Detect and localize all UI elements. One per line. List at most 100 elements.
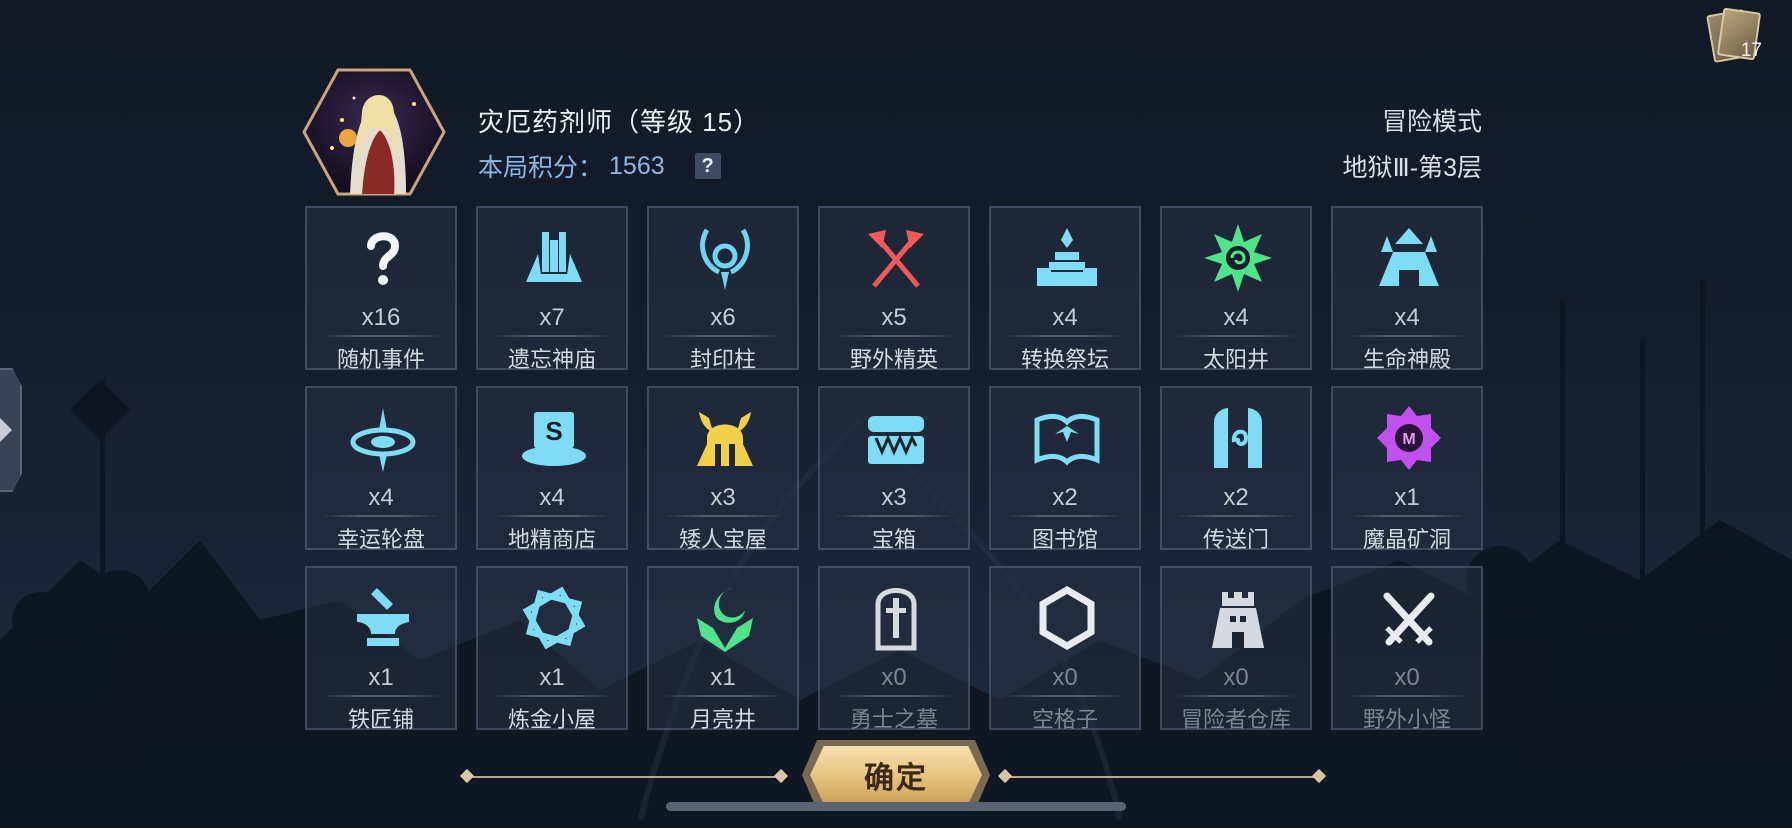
tile-label: 野外精英 (849, 347, 938, 372)
seal-pillar-icon (700, 228, 750, 290)
home-indicator[interactable] (666, 802, 1126, 811)
score-help-button[interactable]: ? (694, 153, 721, 179)
treasure-chest-icon (868, 416, 924, 464)
tile-treasure-chest[interactable]: x3 宝箱 (818, 386, 970, 552)
decorative-line-right (1004, 776, 1320, 778)
tile-field-elite[interactable]: x5 野外精英 (818, 206, 970, 372)
tile-label: 传送门 (1202, 527, 1269, 552)
confirm-area: 确定 (459, 740, 1327, 810)
tile-blacksmith[interactable]: x1 铁匠铺 (305, 566, 457, 732)
confirm-button-label: 确定 (864, 762, 928, 795)
tile-forgotten-temple[interactable]: x7 遗忘神庙 (476, 206, 628, 372)
tile-library[interactable]: x2 图书馆 (989, 386, 1141, 552)
tile-label: 幸运轮盘 (336, 527, 425, 552)
book-icon (1034, 413, 1100, 466)
hero-portrait[interactable] (302, 68, 446, 196)
sun-well-icon (1204, 224, 1272, 292)
divider (1347, 695, 1467, 697)
tile-life-temple[interactable]: x4 生命神殿 (1331, 206, 1483, 372)
chevron-right-icon (0, 418, 12, 442)
tile-count: x2 (1052, 484, 1078, 511)
tile-empty-cell[interactable]: x0 空格子 (989, 566, 1141, 732)
tile-count: x0 (1052, 664, 1078, 691)
divider (834, 695, 954, 697)
divider (1176, 335, 1296, 337)
crystal-mine-icon: M (1377, 406, 1441, 470)
tile-label: 封印柱 (689, 347, 756, 372)
decorative-diamond (773, 768, 789, 784)
tile-alchemy-hut[interactable]: x1 炼金小屋 (476, 566, 628, 732)
tile-label: 空格子 (1031, 707, 1098, 732)
tile-moon-well[interactable]: x1 月亮井 (647, 566, 799, 732)
tile-count: x0 (1394, 664, 1420, 691)
tile-count: x3 (881, 484, 907, 511)
divider (1347, 335, 1467, 337)
card-deck-button[interactable]: 17 (1706, 6, 1762, 63)
tile-label: 地精商店 (507, 527, 596, 552)
goblin-shop-icon: S (522, 412, 586, 466)
tile-crystal-mine[interactable]: M x1 魔晶矿洞 (1331, 386, 1483, 552)
divider (1176, 695, 1296, 697)
tile-goblin-shop[interactable]: S x4 地精商店 (476, 386, 628, 552)
tile-label: 宝箱 (871, 527, 916, 552)
tile-count: x1 (539, 664, 565, 691)
portal-icon (1214, 408, 1262, 468)
tile-count: x4 (368, 484, 394, 511)
tile-count: x4 (1052, 304, 1078, 331)
divider (1347, 515, 1467, 517)
decorative-diamond (997, 768, 1013, 784)
divider (1005, 335, 1125, 337)
score-row: 本局积分： 1563 ? (478, 148, 721, 184)
warehouse-icon (1212, 592, 1264, 648)
svg-text:M: M (1402, 431, 1415, 448)
divider (663, 335, 783, 337)
divider (1176, 515, 1296, 517)
tile-label: 随机事件 (336, 347, 425, 372)
altar-icon (1037, 228, 1097, 286)
tile-label: 矮人宝屋 (678, 527, 767, 552)
tile-random-event[interactable]: x16 随机事件 (305, 206, 457, 372)
tile-adventurer-warehouse[interactable]: x0 冒险者仓库 (1160, 566, 1312, 732)
tile-count: x7 (539, 304, 565, 331)
tile-count: x16 (361, 304, 401, 331)
divider (663, 695, 783, 697)
divider (321, 695, 441, 697)
divider (1005, 515, 1125, 517)
tile-portal[interactable]: x2 传送门 (1160, 386, 1312, 552)
confirm-button[interactable]: 确定 (810, 746, 982, 804)
tile-label: 魔晶矿洞 (1362, 527, 1451, 552)
alchemy-icon (522, 586, 586, 650)
divider (321, 335, 441, 337)
tile-label: 勇士之墓 (849, 707, 938, 732)
tile-seal-pillar[interactable]: x6 封印柱 (647, 206, 799, 372)
side-drawer-tab[interactable] (0, 368, 22, 492)
question-icon (367, 232, 400, 285)
tile-label: 太阳井 (1202, 347, 1269, 372)
tile-field-minion[interactable]: x0 野外小怪 (1331, 566, 1483, 732)
tile-sun-well[interactable]: x4 太阳井 (1160, 206, 1312, 372)
event-summary-grid: x16 随机事件 x7 遗忘神庙 x6 封印柱 x5 野外精英 x4 转换祭坛 … (305, 206, 1483, 732)
tile-count: x4 (1394, 304, 1420, 331)
tile-count: x6 (710, 304, 736, 331)
hero-name-level: 灾厄药剂师（等级 15） (478, 107, 761, 137)
crossed-axes-icon (868, 230, 924, 288)
moon-well-icon (697, 588, 753, 652)
divider (492, 515, 612, 517)
tile-warrior-tomb[interactable]: x0 勇士之墓 (818, 566, 970, 732)
tile-lucky-wheel[interactable]: x4 幸运轮盘 (305, 386, 457, 552)
tile-count: x0 (1223, 664, 1249, 691)
decorative-diamond (1311, 768, 1327, 784)
svg-text:S: S (545, 416, 562, 446)
tile-count: x1 (1394, 484, 1420, 511)
divider (663, 515, 783, 517)
tile-label: 月亮井 (689, 707, 756, 732)
tile-label: 图书馆 (1031, 527, 1098, 552)
decorative-line-left (466, 776, 782, 778)
dungeon-floor: 地狱Ⅲ-第3层 (1342, 154, 1482, 182)
temple-icon (526, 232, 582, 282)
tile-count: x1 (710, 664, 736, 691)
tile-conversion-altar[interactable]: x4 转换祭坛 (989, 206, 1141, 372)
tile-dwarf-treasure-house[interactable]: x3 矮人宝屋 (647, 386, 799, 552)
game-mode-title: 冒险模式 (1381, 108, 1482, 136)
tile-count: x1 (368, 664, 394, 691)
